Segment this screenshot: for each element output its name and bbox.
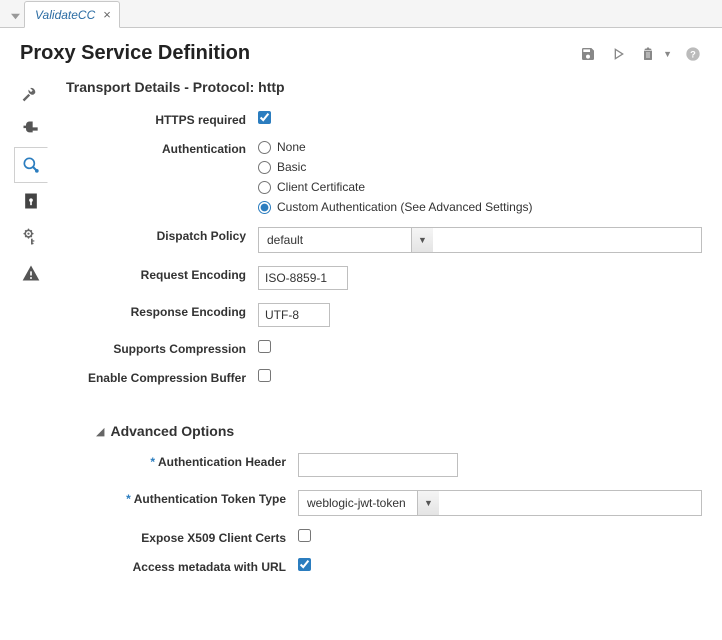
label-request-encoding: Request Encoding	[66, 266, 258, 282]
tab-label: ValidateCC	[35, 8, 95, 22]
label-auth-header: *Authentication Header	[66, 453, 298, 469]
input-response-encoding[interactable]	[258, 303, 330, 327]
content: Transport Details - Protocol: http HTTPS…	[48, 73, 722, 607]
disclosure-triangle-icon: ◢	[96, 425, 104, 438]
clipboard-dropdown-arrow[interactable]: ▼	[663, 49, 672, 59]
warning-icon	[21, 263, 41, 283]
body: Transport Details - Protocol: http HTTPS…	[0, 73, 722, 607]
radio-auth-clientcert-wrap[interactable]: Client Certificate	[258, 180, 702, 194]
side-tab-transport[interactable]	[14, 111, 48, 147]
radio-auth-clientcert-label: Client Certificate	[277, 180, 365, 194]
radio-auth-basic[interactable]	[258, 161, 271, 174]
label-access-metadata-url: Access metadata with URL	[66, 558, 298, 574]
select-dispatch-policy[interactable]: default ▼	[258, 227, 702, 253]
chevron-down-icon: ▼	[411, 228, 433, 252]
plug-icon	[21, 119, 41, 139]
side-tabs	[14, 75, 48, 607]
advanced-title: Advanced Options	[110, 423, 234, 439]
row-https-required: HTTPS required	[66, 111, 702, 127]
row-enable-compression-buffer: Enable Compression Buffer	[66, 369, 702, 385]
label-response-encoding: Response Encoding	[66, 303, 258, 319]
radio-auth-none-wrap[interactable]: None	[258, 140, 702, 154]
chevron-down-icon	[11, 12, 20, 21]
row-auth-token-type: *Authentication Token Type weblogic-jwt-…	[66, 490, 702, 516]
checkbox-supports-compression[interactable]	[258, 340, 271, 353]
radio-auth-basic-label: Basic	[277, 160, 306, 174]
side-tab-security[interactable]	[14, 183, 48, 219]
row-response-encoding: Response Encoding	[66, 303, 702, 327]
help-icon: ?	[685, 46, 701, 62]
play-icon	[610, 46, 626, 62]
checkbox-enable-compression-buffer[interactable]	[258, 369, 271, 382]
save-icon	[580, 46, 596, 62]
radio-auth-custom[interactable]	[258, 201, 271, 214]
checkbox-access-metadata-url[interactable]	[298, 558, 311, 571]
select-auth-token-type[interactable]: weblogic-jwt-token ▼	[298, 490, 702, 516]
toolbar: ▼ ?	[579, 45, 702, 63]
row-expose-x509: Expose X509 Client Certs	[66, 529, 702, 545]
tab-bar: ValidateCC ×	[0, 0, 722, 28]
header: Proxy Service Definition ▼ ?	[0, 28, 722, 73]
search-key-icon	[21, 155, 41, 175]
tab-validatecc[interactable]: ValidateCC ×	[24, 1, 120, 28]
tab-list-disclosure[interactable]	[6, 5, 24, 27]
label-https-required: HTTPS required	[66, 111, 258, 127]
close-icon[interactable]: ×	[103, 8, 111, 21]
clipboard-icon	[640, 46, 656, 62]
radio-auth-none[interactable]	[258, 141, 271, 154]
side-tab-settings[interactable]	[14, 219, 48, 255]
select-auth-token-type-value: weblogic-jwt-token	[299, 491, 417, 515]
row-supports-compression: Supports Compression	[66, 340, 702, 356]
row-authentication: Authentication None Basic Client Certifi…	[66, 140, 702, 214]
checkbox-https-required[interactable]	[258, 111, 271, 124]
advanced-section: *Authentication Header *Authentication T…	[66, 453, 702, 574]
gear-key-icon	[21, 227, 41, 247]
row-request-encoding: Request Encoding	[66, 266, 702, 290]
label-supports-compression: Supports Compression	[66, 340, 258, 356]
input-auth-header[interactable]	[298, 453, 458, 477]
side-tab-alerts[interactable]	[14, 255, 48, 291]
key-doc-icon	[21, 191, 41, 211]
chevron-down-icon: ▼	[417, 491, 439, 515]
page-title: Proxy Service Definition	[20, 42, 250, 65]
label-authentication: Authentication	[66, 140, 258, 156]
svg-text:?: ?	[690, 49, 696, 59]
radio-auth-custom-label: Custom Authentication (See Advanced Sett…	[277, 200, 533, 214]
input-request-encoding[interactable]	[258, 266, 348, 290]
checkbox-expose-x509[interactable]	[298, 529, 311, 542]
radio-auth-basic-wrap[interactable]: Basic	[258, 160, 702, 174]
label-enable-compression-buffer: Enable Compression Buffer	[66, 369, 258, 385]
clipboard-button[interactable]	[639, 45, 657, 63]
save-button[interactable]	[579, 45, 597, 63]
radio-auth-clientcert[interactable]	[258, 181, 271, 194]
radio-auth-none-label: None	[277, 140, 306, 154]
side-tab-transport-details[interactable]	[14, 147, 48, 183]
radio-auth-custom-wrap[interactable]: Custom Authentication (See Advanced Sett…	[258, 200, 702, 214]
section-title: Transport Details - Protocol: http	[66, 79, 702, 95]
row-auth-header: *Authentication Header	[66, 453, 702, 477]
row-dispatch-policy: Dispatch Policy default ▼	[66, 227, 702, 253]
side-tab-general[interactable]	[14, 75, 48, 111]
run-button[interactable]	[609, 45, 627, 63]
label-auth-token-type: *Authentication Token Type	[66, 490, 298, 506]
tools-icon	[21, 83, 41, 103]
label-expose-x509: Expose X509 Client Certs	[66, 529, 298, 545]
label-dispatch-policy: Dispatch Policy	[66, 227, 258, 243]
advanced-header[interactable]: ◢ Advanced Options	[96, 423, 702, 439]
help-button[interactable]: ?	[684, 45, 702, 63]
select-dispatch-policy-value: default	[259, 228, 411, 252]
row-access-metadata-url: Access metadata with URL	[66, 558, 702, 574]
